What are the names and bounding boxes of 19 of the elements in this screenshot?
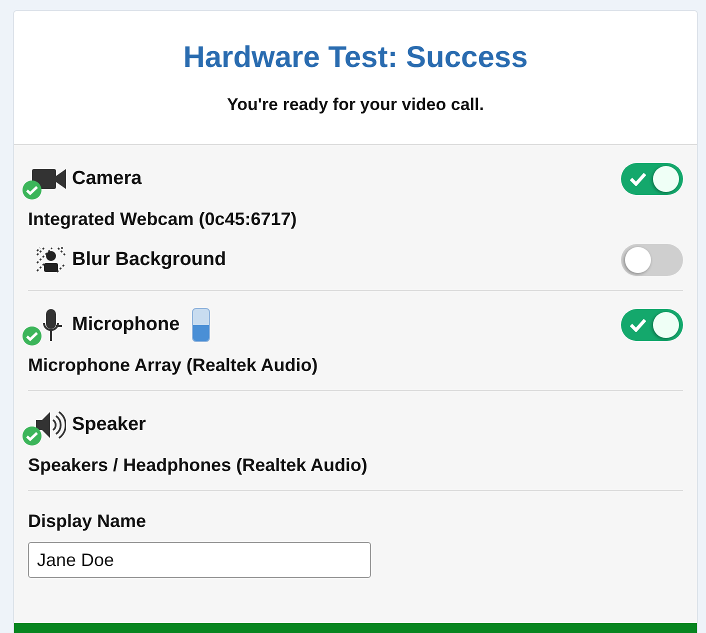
device-label: Microphone: [72, 314, 180, 336]
display-name-field[interactable]: Jane Doe: [28, 542, 371, 578]
toggle-switch[interactable]: [621, 309, 683, 341]
device-name: Integrated Webcam (0c45:6717): [28, 209, 298, 230]
page-title: Hardware Test: Success: [183, 41, 528, 75]
check-icon: [630, 172, 646, 186]
device-name: Microphone Array (Realtek Audio): [28, 355, 319, 376]
speaker-icon: [34, 410, 66, 440]
field-label: Display Name: [28, 511, 148, 532]
device-label: Camera: [72, 168, 142, 190]
toggle-switch[interactable]: [621, 244, 683, 276]
toggle-switch[interactable]: [621, 163, 683, 195]
device-name: Speakers / Headphones (Realtek Audio): [28, 455, 368, 476]
option-label: Blur Background: [72, 249, 226, 271]
subtitle: You're ready for your video call.: [227, 95, 484, 115]
video-camera-icon: [32, 168, 66, 190]
check-icon: [630, 318, 646, 332]
device-label: Speaker: [72, 414, 146, 436]
blur-person-icon: [36, 247, 66, 273]
